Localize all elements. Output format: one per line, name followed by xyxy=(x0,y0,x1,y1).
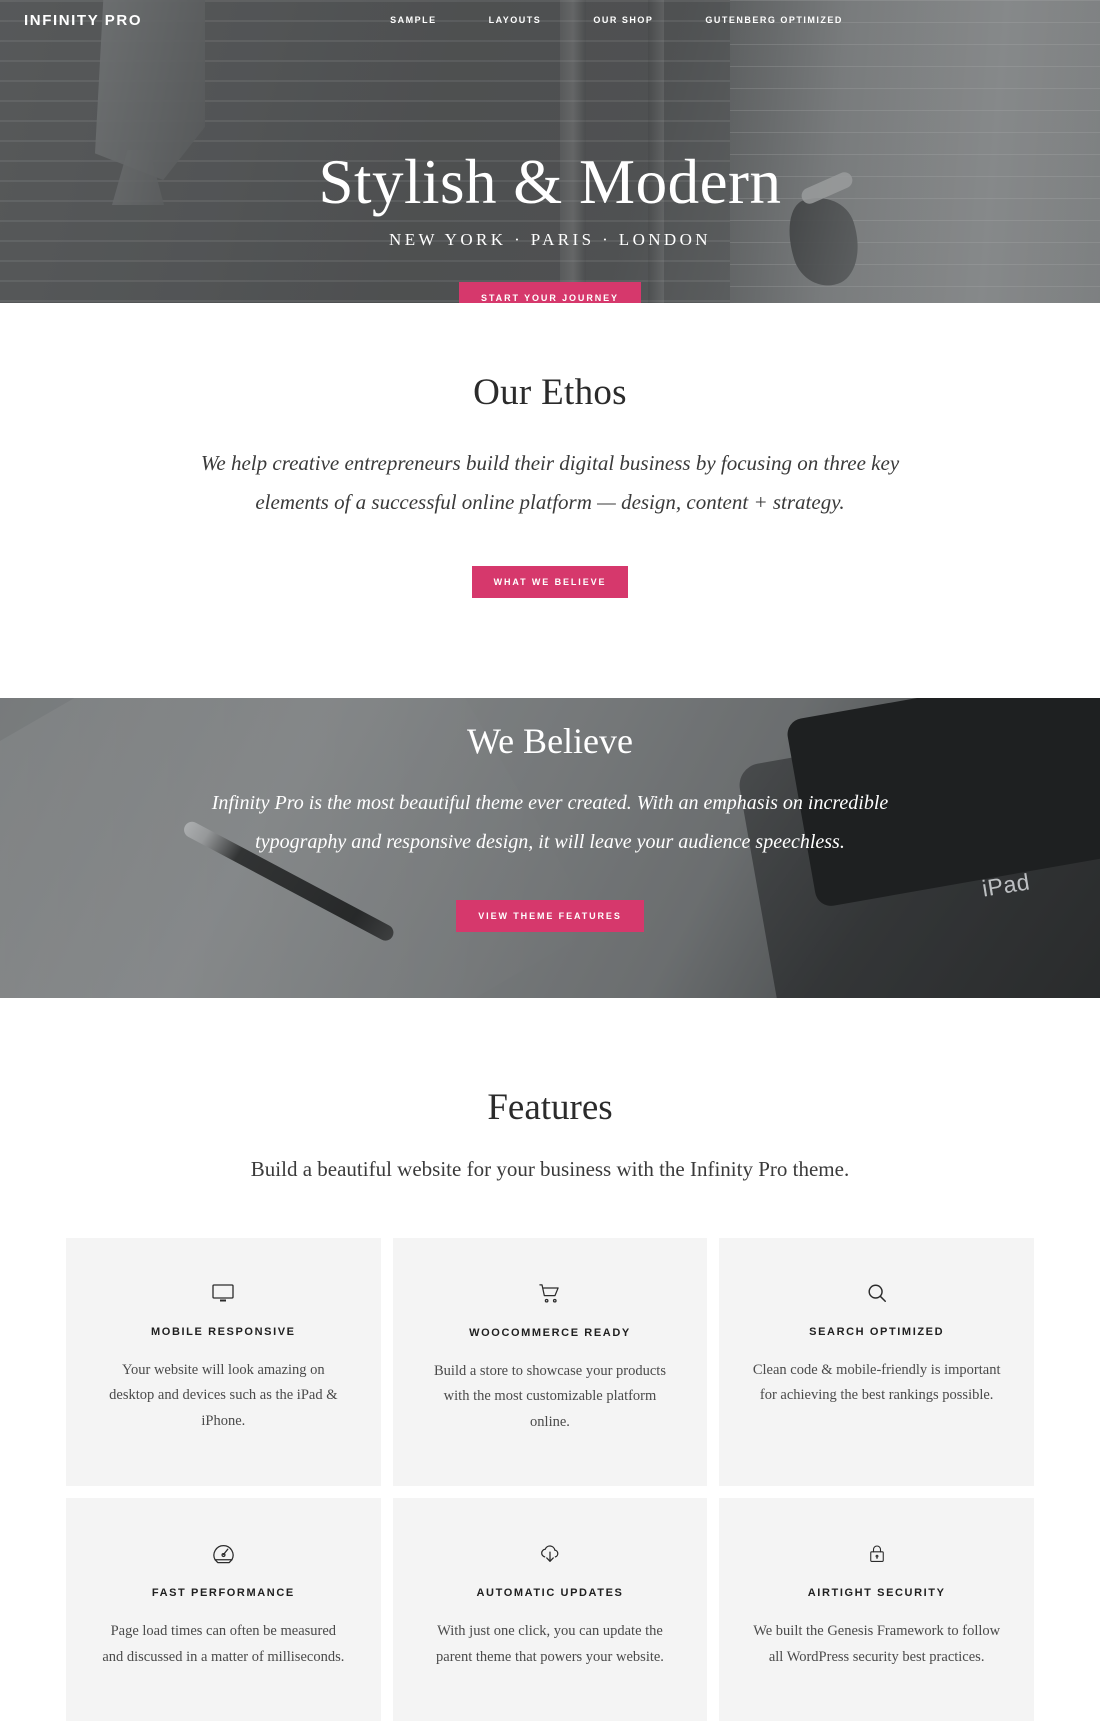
believe-cta-button[interactable]: VIEW THEME FEATURES xyxy=(456,899,644,932)
feature-card-fast-performance: FAST PERFORMANCE Page load times can oft… xyxy=(66,1498,381,1721)
feature-card-woocommerce-ready: WOOCOMMERCE READY Build a store to showc… xyxy=(392,1237,708,1487)
feature-card-mobile-responsive: MOBILE RESPONSIVE Your website will look… xyxy=(66,1237,381,1487)
nav-item-gutenberg-optimized[interactable]: GUTENBERG OPTIMIZED xyxy=(679,15,869,25)
features-grid: MOBILE RESPONSIVE Your website will look… xyxy=(0,1237,1100,1721)
feature-text: Clean code & mobile-friendly is importan… xyxy=(752,1361,1001,1404)
page-root: INFINITY PRO SAMPLE LAYOUTS OUR SHOP GUT… xyxy=(0,0,1100,1721)
hero-section: INFINITY PRO SAMPLE LAYOUTS OUR SHOP GUT… xyxy=(0,0,1100,303)
nav-item-layouts[interactable]: LAYOUTS xyxy=(463,15,568,25)
hero-subtitle: NEW YORK · PARIS · LONDON xyxy=(389,230,711,250)
features-subtitle: Build a beautiful website for your busin… xyxy=(250,1156,850,1181)
ethos-section: Our Ethos We help creative entrepreneurs… xyxy=(0,303,1100,698)
nav-item-sample[interactable]: SAMPLE xyxy=(364,15,463,25)
features-title: Features xyxy=(487,1086,613,1128)
features-section: Features Build a beautiful website for y… xyxy=(0,997,1100,1721)
ethos-cta-wrapper: WHAT WE BELIEVE xyxy=(0,565,1100,598)
site-title-link[interactable]: INFINITY PRO xyxy=(24,12,142,29)
feature-card-automatic-updates: AUTOMATIC UPDATES With just one click, y… xyxy=(392,1498,708,1721)
feature-text: We built the Genesis Framework to follow… xyxy=(753,1623,1001,1665)
lock-icon xyxy=(869,1545,884,1563)
hero-title: Stylish & Modern xyxy=(318,147,782,217)
hero-content: Stylish & Modern NEW YORK · PARIS · LOND… xyxy=(0,0,1100,303)
feature-title: FAST PERFORMANCE xyxy=(151,1587,295,1600)
speedometer-icon xyxy=(213,1545,234,1564)
feature-title: SEARCH OPTIMIZED xyxy=(809,1325,945,1338)
believe-content: We Believe Infinity Pro is the most beau… xyxy=(0,698,1100,998)
hero-cta-wrapper: START YOUR JOURNEY xyxy=(459,282,641,303)
feature-card-airtight-security: AIRTIGHT SECURITY We built the Genesis F… xyxy=(719,1498,1034,1721)
feature-title: AIRTIGHT SECURITY xyxy=(807,1587,946,1600)
believe-text: Infinity Pro is the most beautiful theme… xyxy=(211,791,889,853)
believe-cta-wrapper: VIEW THEME FEATURES xyxy=(456,899,644,932)
feature-title: WOOCOMMERCE READY xyxy=(469,1326,631,1339)
ethos-cta-button[interactable]: WHAT WE BELIEVE xyxy=(471,565,629,598)
feature-title: MOBILE RESPONSIVE xyxy=(151,1325,296,1338)
feature-card-search-optimized: SEARCH OPTIMIZED Clean code & mobile-fri… xyxy=(719,1237,1034,1487)
nav-item-our-shop[interactable]: OUR SHOP xyxy=(567,15,679,25)
believe-title: We Believe xyxy=(466,720,634,761)
site-header: INFINITY PRO SAMPLE LAYOUTS OUR SHOP GUT… xyxy=(0,0,1100,40)
feature-text: Your website will look amazing on deskto… xyxy=(109,1361,338,1430)
primary-navigation: SAMPLE LAYOUTS OUR SHOP GUTENBERG OPTIMI… xyxy=(364,15,869,25)
believe-section: We Believe Infinity Pro is the most beau… xyxy=(0,697,1100,998)
feature-text: Build a store to showcase your products … xyxy=(434,1362,666,1431)
shopping-cart-icon xyxy=(539,1283,560,1303)
cloud-download-icon xyxy=(541,1545,559,1563)
search-icon xyxy=(868,1284,886,1302)
feature-title: AUTOMATIC UPDATES xyxy=(476,1587,624,1600)
hero-cta-button[interactable]: START YOUR JOURNEY xyxy=(459,282,641,303)
monitor-icon xyxy=(212,1284,234,1302)
feature-text: With just one click, you can update the … xyxy=(436,1623,664,1665)
ethos-title: Our Ethos xyxy=(473,372,627,413)
feature-text: Page load times can often be measured an… xyxy=(102,1623,345,1665)
ethos-text: We help creative entrepreneurs build the… xyxy=(200,451,900,514)
